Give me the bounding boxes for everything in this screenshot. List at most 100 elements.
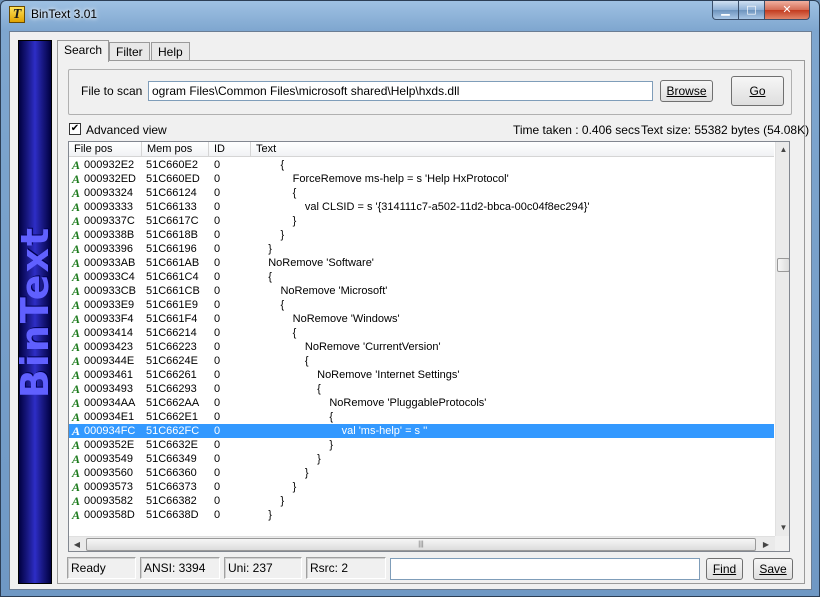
table-row[interactable]: A 00093582 51C66382 0 } — [69, 494, 774, 508]
table-row[interactable]: A 00093461 51C66261 0 NoRemove 'Internet Se… — [69, 368, 774, 382]
table-row[interactable]: A 00093549 51C66349 0 } — [69, 452, 774, 466]
id-cell: 0 — [214, 341, 221, 353]
table-row[interactable]: A 00093493 51C66293 0 { — [69, 382, 774, 396]
table-row[interactable]: A 000933F4 51C661F4 0 NoRemove 'Windows' — [69, 312, 774, 326]
scroll-left-arrow-icon[interactable]: ◀ — [69, 537, 85, 551]
table-row[interactable]: A 00093414 51C66214 0 { — [69, 326, 774, 340]
mem-pos-cell: 51C661C4 — [146, 271, 199, 283]
column-text[interactable]: Text — [251, 142, 774, 157]
file-pos-cell: 00093396 — [84, 243, 133, 255]
go-button[interactable]: Go — [731, 76, 784, 106]
window-title: BinText 3.01 — [31, 7, 98, 21]
id-cell: 0 — [214, 159, 221, 171]
string-type-ansi-icon: A — [72, 242, 81, 256]
string-type-ansi-icon: A — [72, 200, 81, 214]
table-row[interactable]: A 000933E9 51C661E9 0 { — [69, 298, 774, 312]
vertical-scroll-thumb[interactable] — [777, 258, 789, 272]
string-type-ansi-icon: A — [72, 326, 81, 340]
maximize-button[interactable]: □ — [738, 1, 765, 20]
text-cell: { — [256, 355, 309, 367]
string-type-ansi-icon: A — [72, 158, 81, 172]
string-type-ansi-icon: A — [72, 214, 81, 228]
file-pos-cell: 00093573 — [84, 481, 133, 493]
table-row[interactable]: A 0009337C 51C6617C 0 } — [69, 214, 774, 228]
id-cell: 0 — [214, 439, 221, 451]
list-header: File pos Mem pos ID Text — [69, 142, 774, 157]
mem-pos-cell: 51C662E1 — [146, 411, 198, 423]
status-uni-count: Uni: 237 — [224, 557, 302, 579]
table-row[interactable]: A 000933C4 51C661C4 0 { — [69, 270, 774, 284]
table-row[interactable]: A 000933CB 51C661CB 0 NoRemove 'Microsoft' — [69, 284, 774, 298]
file-pos-cell: 000934E1 — [84, 411, 135, 423]
id-cell: 0 — [214, 411, 221, 423]
string-type-ansi-icon: A — [72, 396, 81, 410]
tab-search[interactable]: Search — [57, 40, 110, 62]
file-pos-cell: 000933F4 — [84, 313, 134, 325]
table-row[interactable]: A 00093573 51C66373 0 } — [69, 480, 774, 494]
close-button[interactable]: ✕ — [764, 1, 810, 20]
table-row[interactable]: A 000932E2 51C660E2 0 { — [69, 158, 774, 172]
file-pos-cell: 00093461 — [84, 369, 133, 381]
mem-pos-cell: 51C66223 — [146, 341, 197, 353]
table-row[interactable]: A 0009338B 51C6618B 0 } — [69, 228, 774, 242]
tab-filter[interactable]: Filter — [109, 42, 150, 62]
table-row[interactable]: A 00093560 51C66360 0 } — [69, 466, 774, 480]
table-row[interactable]: A 000933AB 51C661AB 0 NoRemove 'Software' — [69, 256, 774, 270]
table-row[interactable]: A 000934FC 51C662FC 0 val 'ms-help' = s '' — [69, 424, 774, 438]
find-input[interactable] — [390, 558, 700, 580]
table-row[interactable]: A 0009344E 51C6624E 0 { — [69, 354, 774, 368]
table-row[interactable]: A 00093324 51C66124 0 { — [69, 186, 774, 200]
vertical-scrollbar[interactable]: ▲ ▼ — [775, 142, 789, 536]
table-row[interactable]: A 00093333 51C66133 0 val CLSID = s '{31411… — [69, 200, 774, 214]
advanced-view-label[interactable]: Advanced view — [86, 123, 167, 137]
text-cell: ForceRemove ms-help = s 'Help HxProtocol… — [256, 173, 509, 185]
string-type-ansi-icon: A — [72, 228, 81, 242]
client-area: BinText Search Filter Help File to scan … — [9, 31, 812, 590]
horizontal-scroll-thumb[interactable]: ||| — [86, 538, 756, 551]
id-cell: 0 — [214, 495, 221, 507]
scroll-up-arrow-icon[interactable]: ▲ — [776, 142, 789, 157]
minimize-button[interactable]: ▁ — [712, 1, 739, 20]
table-row[interactable]: A 0009352E 51C6632E 0 } — [69, 438, 774, 452]
horizontal-scrollbar[interactable]: ◀ ||| ▶ — [69, 536, 775, 551]
string-type-ansi-icon: A — [72, 452, 81, 466]
scroll-right-arrow-icon[interactable]: ▶ — [758, 537, 774, 551]
text-cell: } — [256, 495, 285, 507]
file-to-scan-input[interactable]: ogram Files\Common Files\microsoft share… — [148, 81, 653, 101]
file-pos-cell: 00093333 — [84, 201, 133, 213]
column-id[interactable]: ID — [209, 142, 251, 157]
save-button[interactable]: Save — [753, 558, 793, 580]
id-cell: 0 — [214, 201, 221, 213]
mem-pos-cell: 51C66360 — [146, 467, 197, 479]
scroll-down-arrow-icon[interactable]: ▼ — [776, 520, 789, 535]
table-row[interactable]: A 0009358D 51C6638D 0 } — [69, 508, 774, 522]
title-bar[interactable]: T BinText 3.01 ▁ □ ✕ — [1, 1, 819, 29]
table-row[interactable]: A 00093396 51C66196 0 } — [69, 242, 774, 256]
string-type-ansi-icon: A — [72, 424, 81, 438]
file-scan-group: File to scan ogram Files\Common Files\mi… — [68, 69, 792, 115]
browse-button[interactable]: Browse — [660, 80, 713, 102]
tab-help[interactable]: Help — [151, 42, 190, 62]
strings-list[interactable]: File pos Mem pos ID Text A 000932E2 51C660… — [68, 141, 790, 552]
text-cell: { — [256, 327, 297, 339]
table-row[interactable]: A 000934AA 51C662AA 0 NoRemove 'PluggablePr… — [69, 396, 774, 410]
table-row[interactable]: A 00093423 51C66223 0 NoRemove 'CurrentVers… — [69, 340, 774, 354]
column-mem-pos[interactable]: Mem pos — [142, 142, 209, 157]
string-type-ansi-icon: A — [72, 298, 81, 312]
text-cell: } — [256, 453, 321, 465]
file-pos-cell: 000933E9 — [84, 299, 135, 311]
id-cell: 0 — [214, 313, 221, 325]
file-pos-cell: 0009352E — [84, 439, 135, 451]
table-row[interactable]: A 000932ED 51C660ED 0 ForceRemove ms-help =… — [69, 172, 774, 186]
find-button[interactable]: Find — [706, 558, 743, 580]
advanced-view-checkbox[interactable]: ✔ — [69, 123, 81, 135]
column-file-pos[interactable]: File pos — [69, 142, 142, 157]
id-cell: 0 — [214, 383, 221, 395]
string-type-ansi-icon: A — [72, 438, 81, 452]
text-cell: } — [256, 229, 285, 241]
text-cell: val 'ms-help' = s '' — [256, 425, 428, 437]
bintext-app-icon[interactable]: T — [9, 6, 25, 23]
table-row[interactable]: A 000934E1 51C662E1 0 { — [69, 410, 774, 424]
id-cell: 0 — [214, 327, 221, 339]
id-cell: 0 — [214, 481, 221, 493]
